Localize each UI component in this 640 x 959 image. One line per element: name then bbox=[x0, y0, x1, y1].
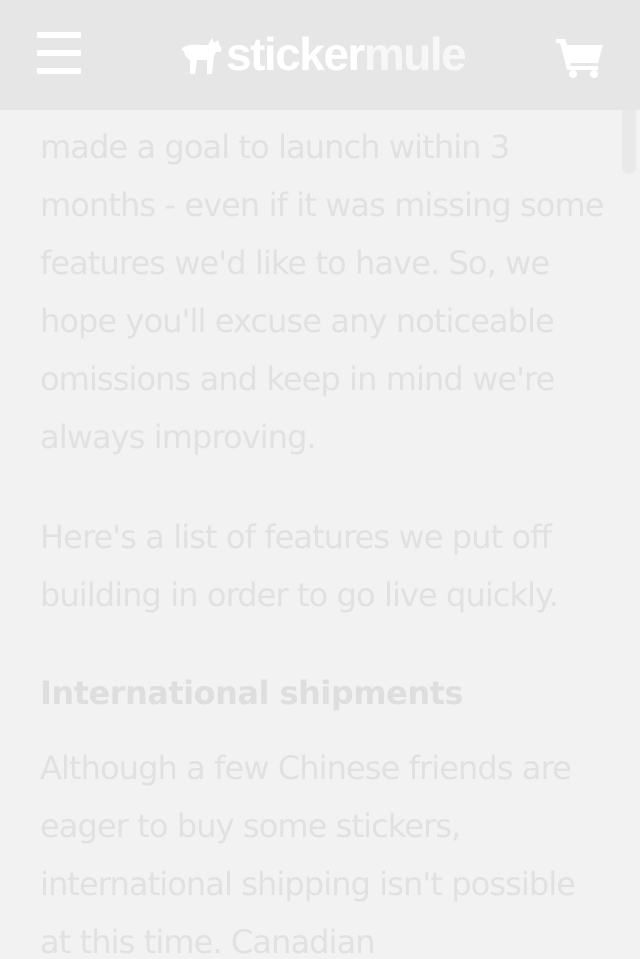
article-body: made a goal to launch within 3 months - … bbox=[40, 118, 610, 959]
section-heading: International shipments bbox=[40, 674, 463, 712]
article-paragraph: made a goal to launch within 3 months - … bbox=[40, 128, 604, 456]
top-nav-bar: stickermule bbox=[0, 0, 640, 110]
article-paragraph: Although a few Chinese friends are eager… bbox=[40, 749, 576, 959]
shopping-cart-icon[interactable] bbox=[556, 36, 604, 78]
logo-text-mule: mule bbox=[363, 28, 467, 80]
logo-text-sticker: sticker bbox=[226, 28, 365, 80]
hamburger-menu-icon[interactable] bbox=[37, 32, 81, 74]
mule-logo-icon bbox=[182, 38, 222, 74]
article-paragraph: Here's a list of features we put off bui… bbox=[40, 518, 559, 614]
stickermule-logo[interactable]: stickermule bbox=[180, 26, 467, 82]
